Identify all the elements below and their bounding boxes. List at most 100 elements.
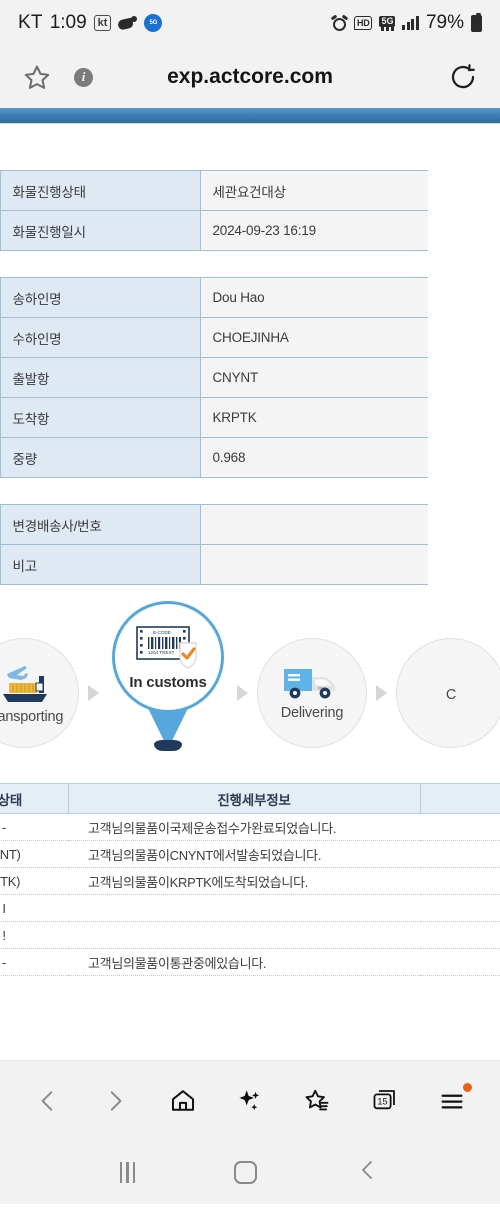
history-extra xyxy=(420,894,500,922)
tabs-icon[interactable]: 15 xyxy=(363,1079,407,1123)
history-extra xyxy=(420,867,500,895)
history-state: - xyxy=(0,948,68,976)
history-detail xyxy=(68,894,420,922)
table-separator xyxy=(0,251,500,277)
status-bar-left: KT 1:09 kt 5G xyxy=(18,12,163,34)
row-label: 수하인명 xyxy=(0,317,201,358)
table-row: 화물진행일시 2024-09-23 16:19 xyxy=(0,210,428,251)
status-bar: KT 1:09 kt 5G HD 5G 79% xyxy=(0,0,500,46)
table-row: - 고객님의물품이국제운송접수가완료되었습니다. xyxy=(0,813,500,841)
table-row: 출발항 CNYNT xyxy=(0,357,428,398)
battery-percent: 79% xyxy=(425,12,464,33)
signal-bars-icon xyxy=(402,16,419,30)
table-header-row: 행상태 진행세부정보 xyxy=(0,783,500,814)
history-state: I xyxy=(0,894,68,922)
back-icon[interactable] xyxy=(26,1079,70,1123)
row-value: CNYNT xyxy=(200,357,428,398)
table-row: (PTK) 고객님의물품이KRPTK에도착되었습니다. xyxy=(0,867,500,895)
history-state: ! xyxy=(0,921,68,949)
carrier-name: KT xyxy=(18,12,43,33)
tracker-step-delivering[interactable]: Delivering xyxy=(257,638,367,748)
chevron-left-icon[interactable] xyxy=(356,1158,380,1187)
history-state: (YNT) xyxy=(0,840,68,868)
phone-screen: KT 1:09 kt 5G HD 5G 79% i exp.actcore.co… xyxy=(0,0,500,1222)
hd-icon: HD xyxy=(354,16,373,30)
tracker-step-transporting[interactable]: Transporting xyxy=(0,638,79,748)
tracker-step-in-customs[interactable]: B-CODE 1264 TREST In customs xyxy=(112,601,224,751)
table-row: 비고 xyxy=(0,544,428,585)
row-label: 출발항 xyxy=(0,357,201,398)
bookmarks-icon[interactable] xyxy=(295,1079,339,1123)
sparkle-icon[interactable] xyxy=(228,1079,272,1123)
shipment-progress-tracker: Transporting xyxy=(0,585,500,783)
table-row: 변경배송사/번호 xyxy=(0,504,428,545)
table-row: I xyxy=(0,894,500,922)
5g-label: 5G xyxy=(379,15,396,27)
history-extra xyxy=(420,948,500,976)
cargo-status-table: 화물진행상태 세관요건대상 화물진행일시 2024-09-23 16:19 xyxy=(0,170,428,251)
home-icon[interactable] xyxy=(161,1079,205,1123)
history-extra xyxy=(420,840,500,868)
triangle-right-icon xyxy=(88,685,99,701)
table-row: (YNT) 고객님의물품이CNYNT에서발송되었습니다. xyxy=(0,840,500,868)
tracker-step-label: In customs xyxy=(129,674,207,691)
browser-toolbar-left: i xyxy=(22,63,93,92)
row-value: CHOEJINHA xyxy=(200,317,428,358)
notification-dot xyxy=(463,1082,473,1092)
row-value: 세관요건대상 xyxy=(200,170,428,211)
table-row: 화물진행상태 세관요건대상 xyxy=(0,170,428,211)
row-value: Dou Hao xyxy=(200,277,428,318)
call-forward-icon xyxy=(117,15,138,31)
column-header-state: 행상태 xyxy=(0,783,69,814)
history-detail: 고객님의물품이국제운송접수가완료되었습니다. xyxy=(68,813,420,841)
history-state: (PTK) xyxy=(0,867,68,895)
table-row: 송하인명 Dou Hao xyxy=(0,277,428,318)
row-label: 화물진행상태 xyxy=(0,170,201,211)
truck-icon xyxy=(282,665,342,701)
row-value: KRPTK xyxy=(200,397,428,438)
info-circle-icon[interactable]: i xyxy=(74,67,93,87)
android-system-nav xyxy=(0,1140,500,1204)
menu-icon[interactable] xyxy=(430,1079,474,1123)
tab-count: 15 xyxy=(378,1097,388,1107)
misc-table: 변경배송사/번호 비고 xyxy=(0,504,428,585)
row-value xyxy=(200,504,428,545)
row-label: 비고 xyxy=(0,544,201,585)
history-detail xyxy=(68,921,420,949)
history-extra xyxy=(420,813,500,841)
star-outline-icon[interactable] xyxy=(22,63,52,92)
content-spacer-top xyxy=(0,124,500,170)
forward-icon[interactable] xyxy=(93,1079,137,1123)
home-square-icon[interactable] xyxy=(234,1160,258,1184)
history-state: - xyxy=(0,813,68,841)
tracking-history-table: 행상태 진행세부정보 - 고객님의물품이국제운송접수가완료되었습니다. (YNT… xyxy=(0,783,500,976)
reload-button[interactable] xyxy=(448,62,478,92)
shipment-detail-table: 송하인명 Dou Hao 수하인명 CHOEJINHA 출발항 CNYNT 도착… xyxy=(0,277,428,478)
site-header-band xyxy=(0,108,500,124)
table-row: 중량 0.968 xyxy=(0,437,428,478)
history-extra xyxy=(420,921,500,949)
table-row: - 고객님의물품이통관중에있습니다. xyxy=(0,948,500,976)
pin-head: B-CODE 1264 TREST In customs xyxy=(112,601,224,713)
triangle-right-icon xyxy=(376,685,387,701)
table-row: 수하인명 CHOEJINHA xyxy=(0,317,428,358)
alarm-icon xyxy=(330,14,349,31)
svg-text:1264 TREST: 1264 TREST xyxy=(148,650,175,655)
table-separator xyxy=(0,478,500,504)
tracker-step-completed[interactable]: C xyxy=(396,638,500,748)
kt-badge-icon: kt xyxy=(93,15,112,31)
blue-app-icon: 5G xyxy=(144,14,163,32)
tracker-step-label: C xyxy=(445,687,457,703)
history-detail: 고객님의물품이CNYNT에서발송되었습니다. xyxy=(68,840,420,868)
status-bar-right: HD 5G 79% xyxy=(330,12,482,34)
clock: 1:09 xyxy=(49,12,87,33)
column-header-detail: 진행세부정보 xyxy=(68,783,421,814)
column-header-extra xyxy=(420,783,500,814)
history-detail: 고객님의물품이KRPTK에도착되었습니다. xyxy=(68,867,420,895)
triangle-right-icon xyxy=(237,685,248,701)
recents-icon[interactable] xyxy=(119,1161,136,1183)
battery-icon xyxy=(471,12,482,32)
table-row: ! xyxy=(0,921,500,949)
ship-plane-icon xyxy=(0,661,53,705)
browser-bottom-nav: 15 xyxy=(0,1060,500,1140)
